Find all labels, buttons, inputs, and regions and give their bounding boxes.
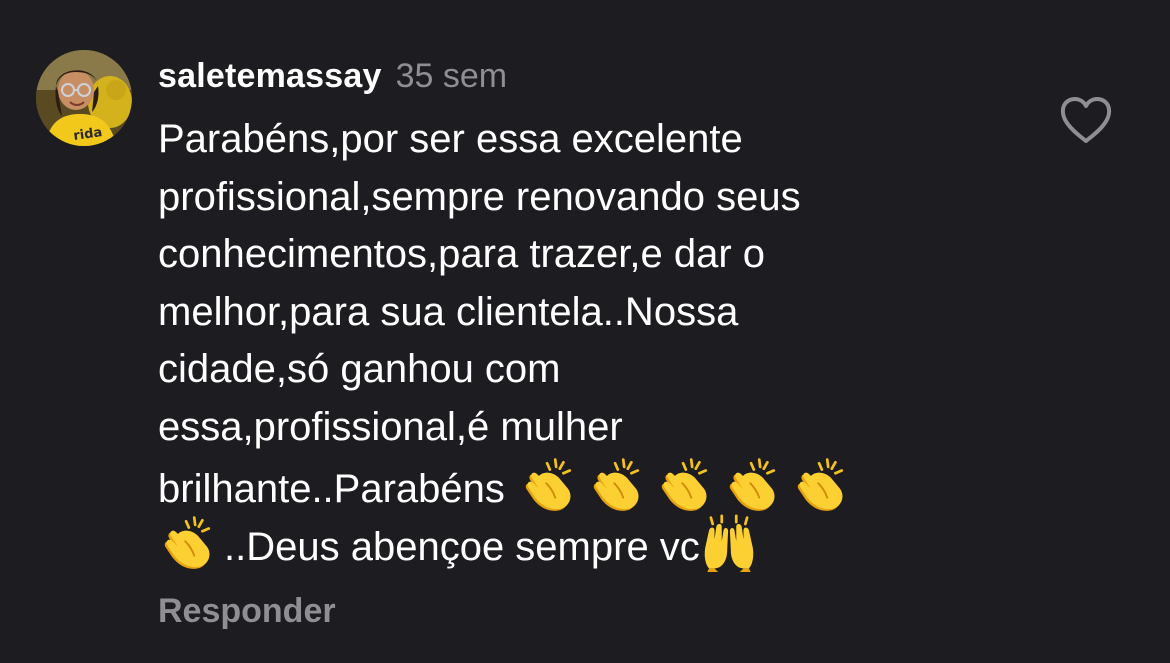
comment-line: melhor,para sua clientela..Nossa xyxy=(158,289,739,334)
comment-text: Parabéns,por ser essa excelente profissi… xyxy=(158,111,948,571)
clapping-hands-emoji-icon xyxy=(791,456,849,514)
comment-line: cidade,só ganhou com xyxy=(158,347,561,391)
comment-line: conhecimentos,para trazer,e dar o xyxy=(158,232,766,276)
timestamp: 35 sem xyxy=(395,56,508,95)
comment-header: saletemassay 35 sem xyxy=(158,52,507,100)
comment-line-with-emojis: brilhante..Parabéns xyxy=(158,456,948,514)
heart-outline-icon xyxy=(1060,97,1112,143)
comment-line: profissional,sempre renovando seus xyxy=(158,174,801,219)
comment-line-text: ..Deus abençoe sempre vc xyxy=(224,524,700,569)
comment: rida saletemassay 35 sem Parabéns,por se… xyxy=(0,0,1170,663)
clapping-hands-emoji-icon xyxy=(519,456,577,514)
like-button[interactable] xyxy=(1058,96,1114,146)
clapping-hands-emoji-icon xyxy=(158,514,216,572)
username[interactable]: saletemassay xyxy=(158,57,382,96)
comment-line: essa,profissional,é mulher xyxy=(158,404,623,449)
reply-button[interactable]: Responder xyxy=(158,592,336,631)
raising-hands-emoji-icon xyxy=(700,514,758,572)
clapping-hands-emoji-icon xyxy=(723,456,781,514)
clapping-hands-emoji-icon xyxy=(587,456,645,514)
avatar-photo: rida xyxy=(36,50,132,146)
avatar[interactable]: rida xyxy=(36,50,132,146)
clapping-hands-emoji-icon xyxy=(655,456,713,514)
comment-line-with-emojis: ..Deus abençoe sempre vc xyxy=(158,514,948,572)
comment-line-text: brilhante..Parabéns xyxy=(158,467,505,511)
comment-line: Parabéns,por ser essa excelente xyxy=(158,117,743,161)
